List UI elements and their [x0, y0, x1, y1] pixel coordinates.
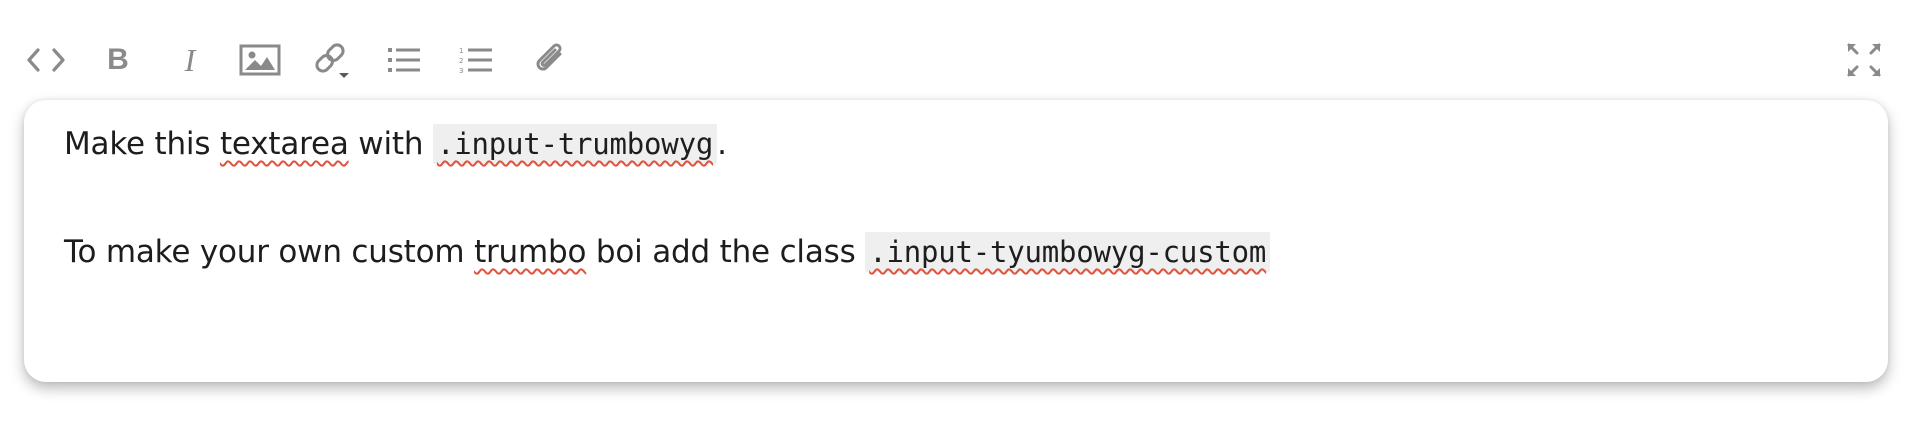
attachment-icon [536, 43, 562, 71]
editor-toolbar: B I 1 2 3 [0, 28, 1916, 92]
inline-code: .input-trumbowyg [432, 124, 718, 164]
unordered-list-icon [388, 48, 420, 72]
svg-text:3: 3 [459, 67, 463, 75]
text-segment: To make your own custom [64, 234, 475, 270]
svg-text:1: 1 [459, 47, 463, 55]
italic-button[interactable]: I [158, 28, 222, 92]
text-segment: Make this [64, 126, 220, 162]
bold-button[interactable]: B [86, 28, 150, 92]
misspelled-word: textarea [219, 126, 349, 162]
rich-text-editor: B I 1 2 3 Make this textarea with .input… [0, 0, 1916, 422]
misspelled-word: trumbo [474, 234, 587, 270]
paragraph-1[interactable]: Make this textarea with .input-trumbowyg… [64, 124, 727, 164]
attachment-button[interactable] [518, 28, 582, 92]
insert-image-button[interactable] [228, 28, 292, 92]
editor-content-area[interactable]: Make this textarea with .input-trumbowyg… [24, 100, 1888, 382]
link-icon [315, 43, 349, 78]
svg-text:2: 2 [459, 57, 463, 65]
bold-icon: B [107, 43, 129, 76]
image-icon [239, 44, 281, 76]
italic-icon: I [184, 42, 196, 78]
insert-link-button[interactable] [300, 28, 364, 92]
source-code-icon [27, 48, 65, 72]
ordered-list-button[interactable]: 1 2 3 [444, 28, 508, 92]
text-segment: . [717, 126, 727, 162]
paragraph-2[interactable]: To make your own custom trumbo boi add t… [64, 232, 1271, 272]
text-segment: with [348, 126, 433, 162]
fullscreen-icon [1847, 43, 1881, 77]
fullscreen-button[interactable] [1832, 28, 1896, 92]
ordered-list-icon: 1 2 3 [459, 47, 492, 75]
inline-code: .input-tyumbowyg-custom [865, 232, 1271, 272]
unordered-list-button[interactable] [372, 28, 436, 92]
view-source-button[interactable] [14, 28, 78, 92]
text-segment: boi add the class [586, 234, 866, 270]
